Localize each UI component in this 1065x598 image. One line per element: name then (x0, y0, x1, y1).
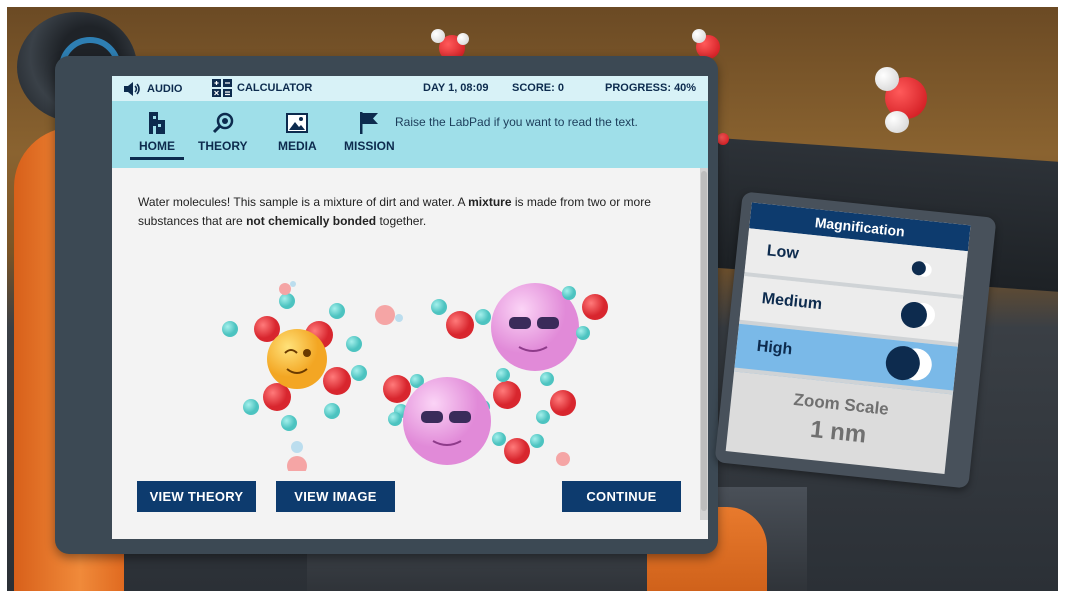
tab-mission[interactable]: MISSION (344, 111, 395, 153)
labpad-screen: AUDIO CALCULATOR DAY 1, 08:09 SCORE: 0 P… (112, 76, 708, 539)
view-image-button[interactable]: VIEW IMAGE (276, 481, 395, 512)
mixture-illustration (222, 281, 608, 471)
high-label: High (755, 337, 794, 359)
floating-water-molecule (715, 131, 735, 151)
floating-water-molecule (869, 63, 939, 143)
tab-home[interactable]: HOME (130, 111, 184, 160)
tab-theory-label: THEORY (198, 139, 248, 153)
audio-toggle[interactable]: AUDIO (122, 82, 182, 96)
hint-text: Raise the LabPad if you want to read the… (395, 115, 638, 129)
magnifier-icon (212, 112, 234, 134)
tab-media[interactable]: MEDIA (278, 111, 317, 153)
day-time: DAY 1, 08:09 (423, 82, 489, 94)
water-cluster-left (222, 281, 367, 431)
labpad-device: AUDIO CALCULATOR DAY 1, 08:09 SCORE: 0 P… (55, 56, 718, 554)
medium-label: Medium (760, 290, 823, 314)
status-bar: AUDIO CALCULATOR DAY 1, 08:09 SCORE: 0 P… (112, 76, 708, 101)
tab-theory[interactable]: THEORY (198, 111, 248, 153)
magnification-panel: Magnification Low Medium High Zoom Scale… (714, 191, 997, 489)
calculator-button[interactable]: CALCULATOR (212, 79, 312, 97)
tab-mission-label: MISSION (344, 139, 395, 153)
lesson-text: Water molecules! This sample is a mixtur… (138, 195, 651, 228)
tab-media-label: MEDIA (278, 139, 317, 153)
calculator-label: CALCULATOR (237, 82, 313, 94)
speaker-icon (124, 82, 140, 96)
labpad-nav: HOME THEORY MEDIA MISSION Raise the LabP… (112, 101, 708, 168)
low-label: Low (765, 242, 800, 263)
progress: PROGRESS: 40% (605, 82, 697, 94)
view-theory-button[interactable]: VIEW THEORY (137, 481, 256, 512)
audio-label: AUDIO (147, 83, 183, 95)
home-icon (149, 112, 165, 134)
flag-icon (360, 112, 379, 134)
calculator-icon (212, 79, 232, 97)
continue-button[interactable]: CONTINUE (562, 481, 681, 512)
image-icon (286, 113, 309, 133)
scrollbar-thumb[interactable] (701, 171, 707, 511)
tab-home-label: HOME (139, 139, 175, 153)
score: SCORE: 0 (512, 82, 564, 94)
